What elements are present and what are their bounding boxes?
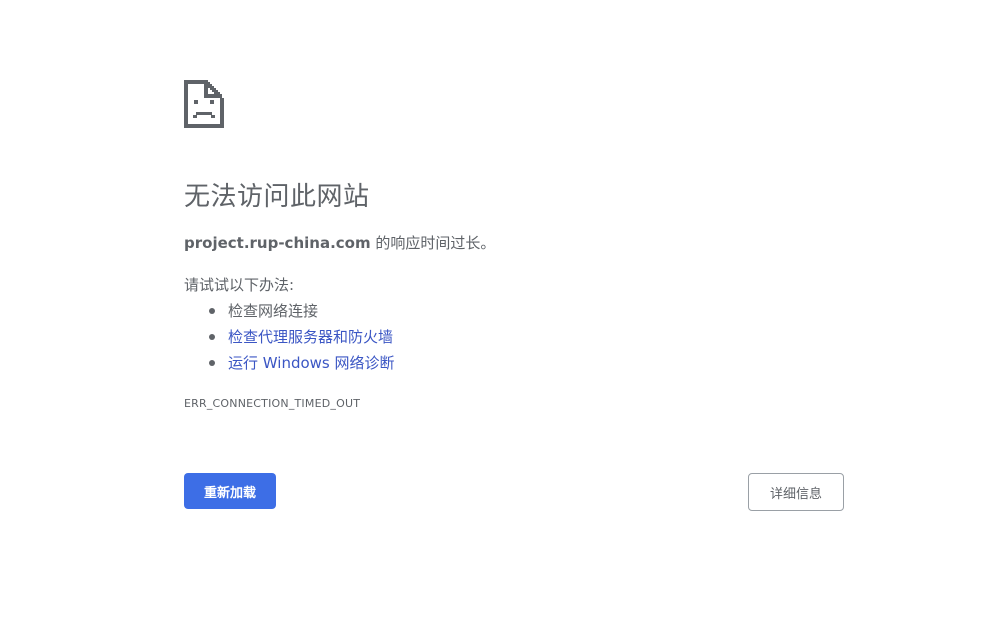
- summary-message: 的响应时间过长。: [370, 234, 496, 252]
- suggestions-list: 检查网络连接 检查代理服务器和防火墙 运行 Windows 网络诊断: [184, 298, 395, 376]
- error-summary: project.rup-china.com 的响应时间过长。: [184, 232, 495, 253]
- suggestion-run-diagnostics[interactable]: 运行 Windows 网络诊断: [209, 350, 395, 376]
- check-proxy-link[interactable]: 检查代理服务器和防火墙: [228, 328, 393, 346]
- network-diagnostics-link[interactable]: 运行 Windows 网络诊断: [228, 354, 395, 372]
- bullet-icon: [209, 360, 215, 366]
- page-title: 无法访问此网站: [184, 182, 370, 212]
- suggestion-label: 检查网络连接: [228, 302, 319, 320]
- suggestion-check-proxy[interactable]: 检查代理服务器和防火墙: [209, 324, 395, 350]
- host-name: project.rup-china.com: [184, 234, 371, 252]
- suggestion-check-network: 检查网络连接: [209, 298, 395, 324]
- bullet-icon: [209, 334, 215, 340]
- bullet-icon: [209, 308, 215, 314]
- error-page: 无法访问此网站 project.rup-china.com 的响应时间过长。 请…: [0, 0, 1006, 640]
- error-code: ERR_CONNECTION_TIMED_OUT: [184, 397, 361, 410]
- sad-page-icon: [184, 80, 224, 128]
- reload-button[interactable]: 重新加载: [184, 473, 276, 509]
- details-button[interactable]: 详细信息: [748, 473, 844, 511]
- suggestions-heading: 请试试以下办法:: [184, 276, 295, 294]
